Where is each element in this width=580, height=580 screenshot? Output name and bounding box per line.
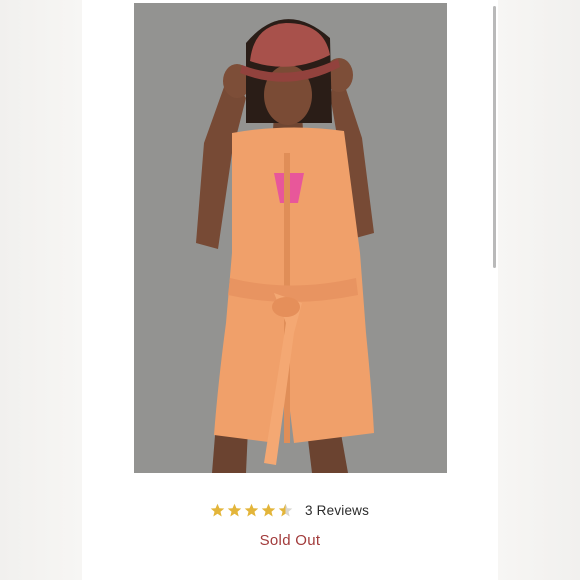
scrollbar[interactable] [493, 6, 496, 268]
stock-status: Sold Out [259, 532, 321, 549]
half-star-icon [278, 503, 293, 516]
star-icon [244, 503, 259, 516]
star-icon [261, 503, 276, 516]
left-margin [0, 0, 82, 580]
right-margin [498, 0, 580, 580]
star-icon [227, 503, 242, 516]
reviews-link[interactable]: 3 Reviews [305, 503, 369, 518]
star-icon [210, 503, 225, 516]
rating-row[interactable]: 3 Reviews [210, 500, 369, 520]
product-photo[interactable] [134, 3, 447, 473]
